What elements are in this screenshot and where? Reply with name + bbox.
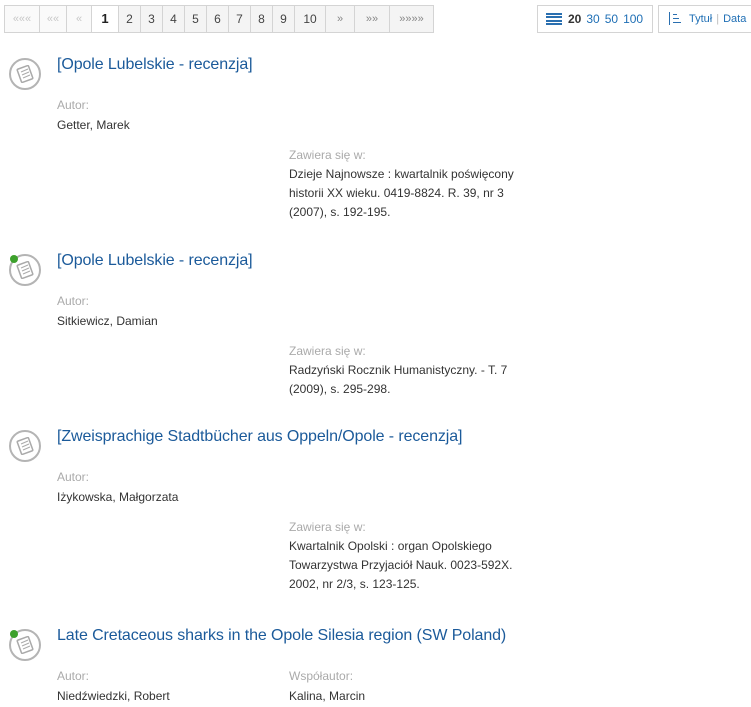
last-page-button[interactable]: »»»» bbox=[389, 5, 434, 33]
page-10-button[interactable]: 10 bbox=[294, 5, 325, 33]
next-page-button[interactable]: » bbox=[325, 5, 354, 33]
page-5-button[interactable]: 5 bbox=[184, 5, 206, 33]
record-title-link[interactable]: Late Cretaceous sharks in the Opole Sile… bbox=[57, 627, 506, 645]
first-page-button[interactable]: ««« bbox=[4, 5, 39, 33]
record-title-link[interactable]: [Zweisprachige Stadtbücher aus Oppeln/Op… bbox=[57, 428, 463, 446]
author-value: Sitkiewicz, Damian bbox=[57, 314, 158, 328]
page-1-button[interactable]: 1 bbox=[91, 5, 118, 33]
source-description: Kwartalnik Opolski : organ Opolskiego To… bbox=[289, 539, 513, 591]
page-6-button[interactable]: 6 bbox=[206, 5, 228, 33]
sort-by-title[interactable]: Tytuł bbox=[689, 13, 712, 25]
source-description: Dzieje Najnowsze : kwartalnik poświęcony… bbox=[289, 167, 514, 219]
prev-many-button[interactable]: «« bbox=[39, 5, 66, 33]
page-9-button[interactable]: 9 bbox=[272, 5, 294, 33]
page-2-button[interactable]: 2 bbox=[118, 5, 140, 33]
sort-selector: Tytuł | Data bbox=[658, 5, 751, 33]
author-label: Autor: bbox=[57, 470, 90, 484]
record-title-link[interactable]: [Opole Lubelskie - recenzja] bbox=[57, 56, 253, 74]
author-label: Autor: bbox=[57, 669, 90, 683]
pagination: ««« «« « 1 2 3 4 5 6 7 8 9 10 » »» »»»» bbox=[4, 5, 434, 33]
online-access-indicator bbox=[10, 630, 18, 638]
coauthor-label: Współautor: bbox=[289, 669, 354, 683]
per-page-30[interactable]: 30 bbox=[586, 12, 599, 26]
per-page-100[interactable]: 100 bbox=[623, 12, 643, 26]
page-7-button[interactable]: 7 bbox=[228, 5, 250, 33]
author-label: Autor: bbox=[57, 294, 90, 308]
source-description: Radzyński Rocznik Humanistyczny. - T. 7 … bbox=[289, 363, 508, 396]
results-toolbar: ««« «« « 1 2 3 4 5 6 7 8 9 10 » »» »»»» … bbox=[0, 0, 751, 40]
author-label: Autor: bbox=[57, 98, 90, 112]
per-page-selector: 20 30 50 100 bbox=[537, 5, 653, 33]
author-value: Iżykowska, Małgorzata bbox=[57, 490, 179, 504]
document-type-icon bbox=[9, 430, 41, 462]
contained-in-label: Zawiera się w: bbox=[289, 148, 366, 162]
document-type-icon bbox=[9, 58, 41, 90]
author-value: Niedźwiedzki, Robert bbox=[57, 689, 170, 703]
per-page-20[interactable]: 20 bbox=[568, 12, 581, 26]
sort-by-date[interactable]: Data bbox=[723, 13, 746, 25]
page-8-button[interactable]: 8 bbox=[250, 5, 272, 33]
contained-in-label: Zawiera się w: bbox=[289, 344, 366, 358]
page-4-button[interactable]: 4 bbox=[162, 5, 184, 33]
online-access-indicator bbox=[10, 255, 18, 263]
record-title-link[interactable]: [Opole Lubelskie - recenzja] bbox=[57, 252, 253, 270]
author-value: Getter, Marek bbox=[57, 118, 130, 132]
document-type-icon bbox=[9, 254, 41, 286]
coauthor-value: Kalina, Marcin bbox=[289, 689, 366, 703]
contained-in-label: Zawiera się w: bbox=[289, 520, 366, 534]
document-type-icon bbox=[9, 629, 41, 661]
sort-icon bbox=[667, 12, 681, 26]
list-icon bbox=[546, 13, 562, 25]
per-page-50[interactable]: 50 bbox=[605, 12, 618, 26]
next-many-button[interactable]: »» bbox=[354, 5, 389, 33]
prev-page-button[interactable]: « bbox=[66, 5, 91, 33]
page-3-button[interactable]: 3 bbox=[140, 5, 162, 33]
